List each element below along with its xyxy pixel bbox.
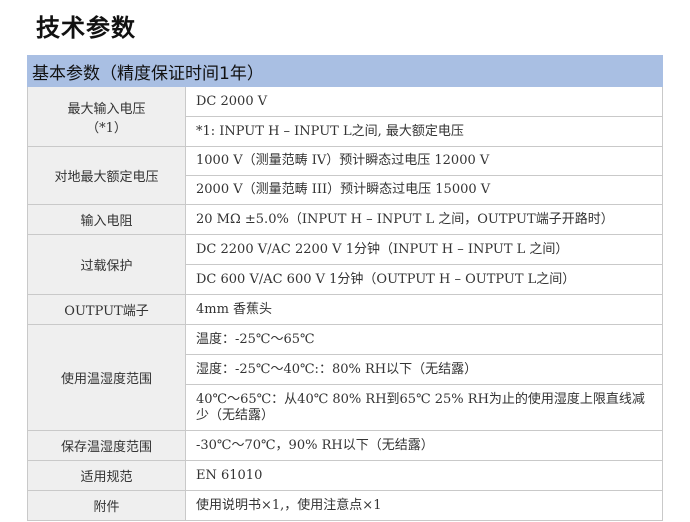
row-value: 湿度：-25℃～40℃:：80% RH以下（无结露） [185,354,663,385]
table-row: 对地最大额定电压 1000 V（测量范畴 IV）预计瞬态过电压 12000 V [27,146,663,205]
row-value: 40℃～65℃：从40℃ 80% RH到65℃ 25% RH为止的使用湿度上限直… [185,384,663,431]
row-label-operating-env: 使用温湿度范围 [27,324,186,431]
page-title: 技术参数 [36,14,136,42]
table-row: OUTPUT端子 4mm 香蕉头 [27,294,663,325]
spec-table: 基本参数（精度保证时间1年） 最大输入电压 （*1） DC 2000 V *1:… [27,55,663,521]
table-row: 最大输入电压 （*1） DC 2000 V [27,86,663,147]
row-label-storage-env: 保存温湿度范围 [27,430,186,461]
table-row: 输入电阻 20 MΩ ±5.0%（INPUT H – INPUT L 之间，OU… [27,204,663,235]
table-header-row: 基本参数（精度保证时间1年） [27,55,663,87]
row-label-note: （*1） [86,120,127,136]
row-value: DC 2000 V [185,86,663,117]
row-label-input-resistance: 输入电阻 [27,204,186,235]
row-label-ground-max-voltage: 对地最大额定电压 [27,146,186,205]
table-row: 使用温湿度范围 温度：-25℃～65℃ [27,324,663,431]
row-label-accessories: 附件 [27,490,186,521]
row-value: 温度：-25℃～65℃ [185,324,663,355]
row-value: 2000 V（测量范畴 III）预计瞬态过电压 15000 V [185,175,663,205]
row-value: 使用说明书×1,，使用注意点×1 [185,490,663,521]
row-value: EN 61010 [185,460,663,491]
table-row: 适用规范 EN 61010 [27,460,663,491]
row-value: -30℃～70℃，90% RH以下（无结露） [185,430,663,461]
row-value: DC 600 V/AC 600 V 1分钟（OUTPUT H – OUTPUT … [185,264,663,295]
row-label-overload-protection: 过载保护 [27,234,186,295]
row-value: 20 MΩ ±5.0%（INPUT H – INPUT L 之间，OUTPUT端… [185,204,663,235]
row-label-max-input-voltage: 最大输入电压 （*1） [27,86,186,147]
row-label-text: 最大输入电压 [67,101,146,117]
table-row: 过载保护 DC 2200 V/AC 2200 V 1分钟（INPUT H – I… [27,234,663,295]
table-row: 保存温湿度范围 -30℃～70℃，90% RH以下（无结露） [27,430,663,461]
row-value: 4mm 香蕉头 [185,294,663,325]
row-label-standards: 适用规范 [27,460,186,491]
table-header: 基本参数（精度保证时间1年） [27,55,663,87]
row-label-output-terminal: OUTPUT端子 [27,294,186,325]
row-value: 1000 V（测量范畴 IV）预计瞬态过电压 12000 V [185,146,663,176]
row-value: DC 2200 V/AC 2200 V 1分钟（INPUT H – INPUT … [185,234,663,265]
row-value: *1: INPUT H – INPUT L之间, 最大额定电压 [185,116,663,147]
table-row: 附件 使用说明书×1,，使用注意点×1 [27,490,663,521]
